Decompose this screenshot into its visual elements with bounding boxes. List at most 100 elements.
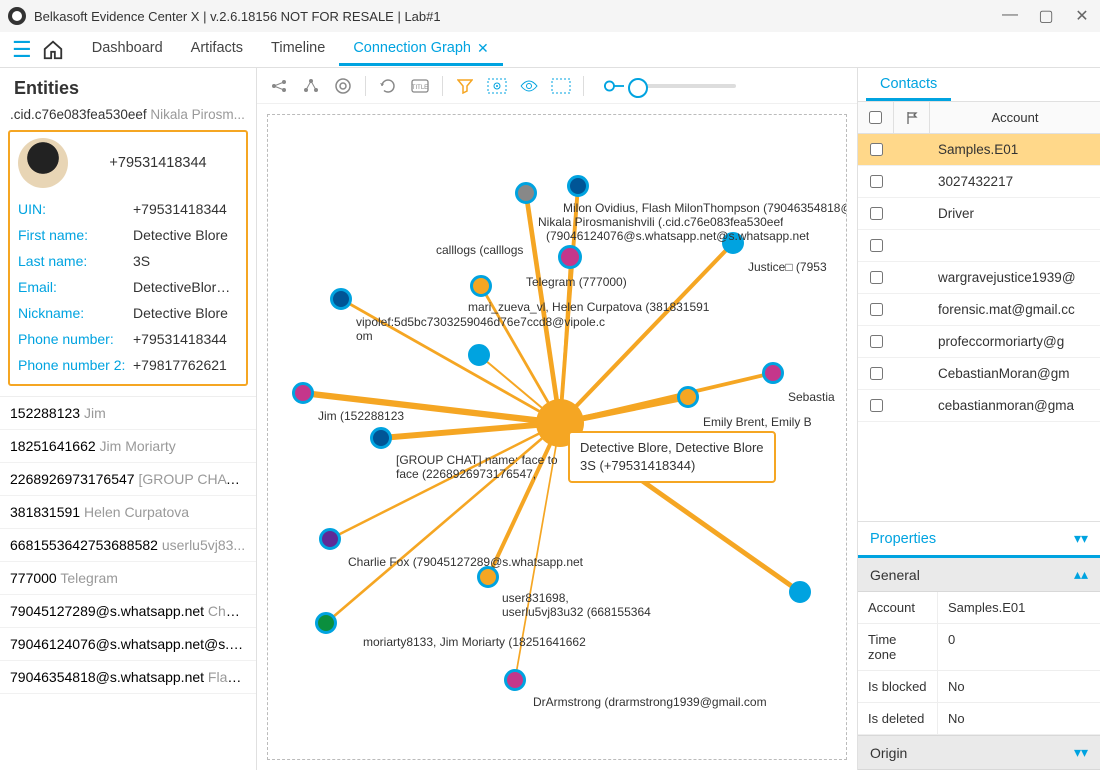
- row-checkbox[interactable]: [870, 335, 883, 348]
- node-label: Justice□ (7953: [748, 260, 827, 274]
- node-label: om: [356, 329, 373, 343]
- property-row: AccountSamples.E01: [858, 592, 1100, 624]
- node-label: mari_zueva_vl, Helen Curpatova (38183159…: [468, 300, 709, 314]
- title-toggle-icon[interactable]: TITLE: [410, 76, 430, 96]
- properties-header[interactable]: Properties ▾▾: [858, 521, 1100, 555]
- select-all-icon[interactable]: [551, 76, 571, 96]
- table-row[interactable]: 3027432217: [858, 166, 1100, 198]
- graph-panel: TITLE Detective Blore, Detective Blore3S…: [257, 68, 858, 770]
- tab-connection-graph[interactable]: Connection Graph✕: [339, 34, 502, 66]
- node-label: userlu5vj83u32 (668155364: [502, 605, 651, 619]
- avatar: [18, 138, 68, 188]
- contacts-table: Account Samples.E013027432217Driver wargr…: [858, 101, 1100, 422]
- layout1-icon[interactable]: [269, 76, 289, 96]
- node-label: face (2268926973176547,: [396, 467, 536, 481]
- graph-node[interactable]: [762, 362, 784, 384]
- property-row: Is deletedNo: [858, 703, 1100, 735]
- close-button[interactable]: ✕: [1072, 6, 1092, 26]
- row-checkbox[interactable]: [870, 399, 883, 412]
- graph-node[interactable]: [468, 344, 490, 366]
- select-eye-icon[interactable]: [519, 76, 539, 96]
- row-checkbox[interactable]: [870, 303, 883, 316]
- minimize-button[interactable]: —: [1000, 6, 1020, 26]
- entity-field: First name:Detective Blore: [18, 222, 238, 248]
- graph-node[interactable]: [370, 427, 392, 449]
- right-panel: Contacts Account Samples.E013027432217Dr…: [858, 68, 1100, 770]
- node-label: Nikala Pirosmanishvili (.cid.c76e083fea5…: [538, 215, 783, 229]
- row-checkbox[interactable]: [870, 207, 883, 220]
- row-checkbox[interactable]: [870, 239, 883, 252]
- maximize-button[interactable]: ▢: [1036, 6, 1056, 26]
- table-row[interactable]: profeccormoriarty@g: [858, 326, 1100, 358]
- node-label: Charlie Fox (79045127289@s.whatsapp.net: [348, 555, 583, 569]
- table-row[interactable]: forensic.mat@gmail.cc: [858, 294, 1100, 326]
- list-item[interactable]: 18251641662 Jim Moriarty: [0, 430, 256, 463]
- tab-close-icon[interactable]: ✕: [477, 40, 489, 57]
- list-item[interactable]: 2268926973176547 [GROUP CHAT]...: [0, 463, 256, 496]
- property-row: Is blockedNo: [858, 671, 1100, 703]
- target-icon[interactable]: [333, 76, 353, 96]
- table-row[interactable]: wargravejustice1939@: [858, 262, 1100, 294]
- entity-field: Nickname:Detective Blore: [18, 300, 238, 326]
- entity-list[interactable]: 152288123 Jim18251641662 Jim Moriarty226…: [0, 396, 256, 770]
- table-row[interactable]: Samples.E01: [858, 134, 1100, 166]
- graph-node[interactable]: [677, 386, 699, 408]
- list-item[interactable]: 152288123 Jim: [0, 397, 256, 430]
- select-rect-icon[interactable]: [487, 76, 507, 96]
- graph-node[interactable]: [504, 669, 526, 691]
- tab-dashboard[interactable]: Dashboard: [78, 34, 177, 66]
- entities-title: Entities: [0, 68, 256, 103]
- table-row[interactable]: CebastianMoran@gm: [858, 358, 1100, 390]
- list-item[interactable]: 79045127289@s.whatsapp.net Char...: [0, 595, 256, 628]
- zoom-fit-icon[interactable]: [604, 76, 624, 96]
- graph-node[interactable]: [558, 245, 582, 269]
- graph-node[interactable]: [789, 581, 811, 603]
- origin-section[interactable]: Origin ▾▾: [858, 735, 1100, 770]
- graph-node[interactable]: [315, 612, 337, 634]
- header-flag-icon[interactable]: [894, 102, 930, 133]
- node-label: vipolef:5d5bc7303259046d76e7ccd8@vipole.…: [356, 315, 605, 329]
- zoom-slider[interactable]: [636, 84, 736, 88]
- chevron-up-icon: ▴▴: [1074, 566, 1088, 583]
- row-checkbox[interactable]: [870, 271, 883, 284]
- list-item[interactable]: 79046354818@s.whatsapp.net Flash...: [0, 661, 256, 694]
- filter-icon[interactable]: [455, 76, 475, 96]
- graph-node[interactable]: [567, 175, 589, 197]
- graph-node[interactable]: [477, 566, 499, 588]
- list-item[interactable]: 381831591 Helen Curpatova: [0, 496, 256, 529]
- list-item[interactable]: 777000 Telegram: [0, 562, 256, 595]
- header-account[interactable]: Account: [930, 102, 1100, 133]
- table-row[interactable]: [858, 230, 1100, 262]
- node-label: (79046124076@s.whatsapp.net@s.whatsapp.n…: [546, 229, 809, 243]
- row-checkbox[interactable]: [870, 175, 883, 188]
- menu-icon[interactable]: ☰: [12, 37, 32, 63]
- table-row[interactable]: Driver: [858, 198, 1100, 230]
- table-row[interactable]: cebastianmoran@gma: [858, 390, 1100, 422]
- home-icon[interactable]: [42, 39, 64, 61]
- node-label: Jim (152288123: [318, 409, 404, 423]
- graph-node[interactable]: [470, 275, 492, 297]
- node-label: moriarty8133, Jim Moriarty (18251641662: [363, 635, 586, 649]
- graph-node[interactable]: [515, 182, 537, 204]
- list-item[interactable]: 79046124076@s.whatsapp.net@s.w...: [0, 628, 256, 661]
- row-checkbox[interactable]: [870, 143, 883, 156]
- titlebar: Belkasoft Evidence Center X | v.2.6.1815…: [0, 0, 1100, 32]
- list-item[interactable]: 6681553642753688582 userlu5vj83...: [0, 529, 256, 562]
- tab-timeline[interactable]: Timeline: [257, 34, 339, 66]
- graph-node[interactable]: [319, 528, 341, 550]
- header-checkbox[interactable]: [858, 102, 894, 133]
- breadcrumb[interactable]: .cid.c76e083fea530eef Nikala Pirosm...: [0, 103, 256, 126]
- graph-node[interactable]: [292, 382, 314, 404]
- graph-canvas[interactable]: Detective Blore, Detective Blore3S (+795…: [267, 114, 847, 760]
- graph-node[interactable]: [330, 288, 352, 310]
- row-checkbox[interactable]: [870, 367, 883, 380]
- general-section[interactable]: General ▴▴: [858, 555, 1100, 592]
- chevron-down-icon: ▾▾: [1074, 530, 1088, 547]
- node-label: Milon Ovidius, Flash MilonThompson (7904…: [563, 201, 847, 215]
- refresh-icon[interactable]: [378, 76, 398, 96]
- tab-artifacts[interactable]: Artifacts: [177, 34, 257, 66]
- layout2-icon[interactable]: [301, 76, 321, 96]
- node-label: Emily Brent, Emily B: [703, 415, 812, 429]
- contacts-tab[interactable]: Contacts: [866, 68, 951, 101]
- menubar: ☰ DashboardArtifactsTimelineConnection G…: [0, 32, 1100, 68]
